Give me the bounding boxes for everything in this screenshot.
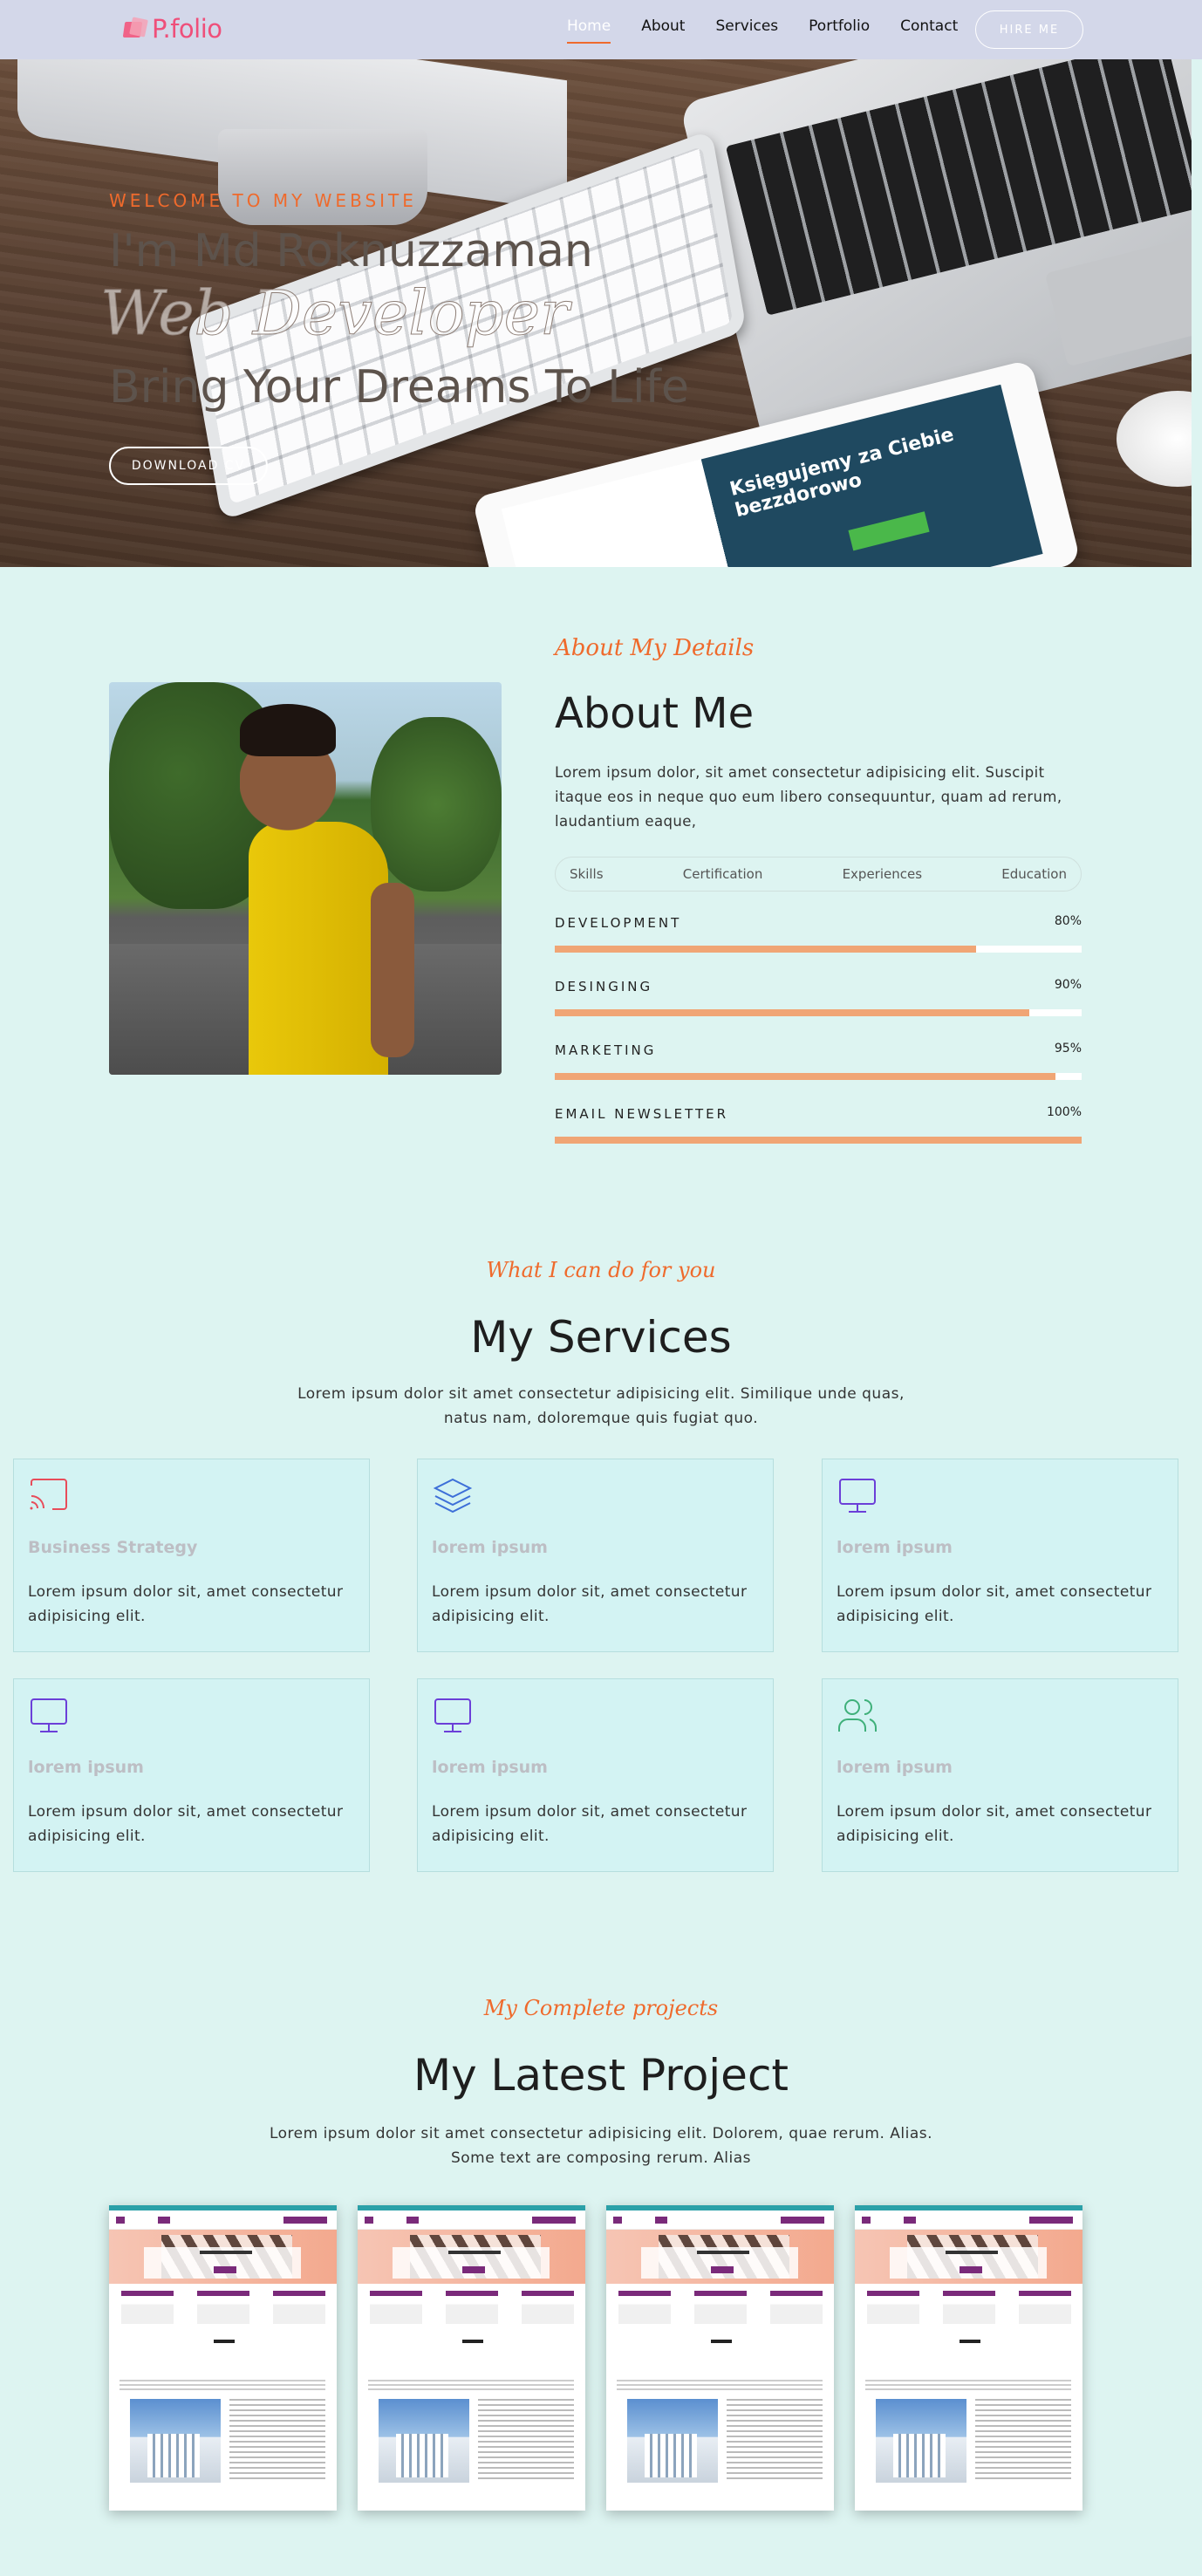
- skill-designing: DESINGING 90%: [555, 978, 1082, 1016]
- service-title: lorem ipsum: [432, 1758, 548, 1777]
- nav-contact[interactable]: Contact: [900, 17, 958, 44]
- about-text: Lorem ipsum dolor, sit amet consectetur …: [555, 764, 1062, 830]
- about-tabs: Skills Certification Experiences Educati…: [555, 857, 1082, 892]
- skill-development: DEVELOPMENT 80%: [555, 914, 1082, 953]
- skill-bar: [555, 1073, 1082, 1080]
- hero-tagline: Bring Your Dreams To Life: [109, 361, 689, 413]
- nav-menu: Home About Services Portfolio Contact: [567, 17, 988, 44]
- services-subtitle: What I can do for you: [486, 1258, 716, 1282]
- hero-name: I'm Md Roknuzzaman: [109, 225, 593, 277]
- tab-skills[interactable]: Skills: [570, 866, 604, 882]
- service-title: lorem ipsum: [28, 1758, 144, 1777]
- service-card[interactable]: Business Strategy Lorem ipsum dolor sit,…: [13, 1459, 370, 1652]
- service-title: lorem ipsum: [837, 1758, 953, 1777]
- monitor-icon: [839, 1479, 876, 1513]
- projects-subtitle: My Complete projects: [483, 1996, 719, 2020]
- services-title: My Services: [470, 1312, 732, 1363]
- hero-welcome: WELCOME TO MY WEBSITE: [109, 190, 417, 211]
- service-title: lorem ipsum: [837, 1538, 953, 1557]
- hero-section: Księgujemy za Ciebie bezzdorowo WELCOME …: [0, 59, 1192, 567]
- service-card[interactable]: lorem ipsum Lorem ipsum dolor sit, amet …: [822, 1459, 1178, 1652]
- service-card[interactable]: lorem ipsum Lorem ipsum dolor sit, amet …: [13, 1678, 370, 1872]
- project-thumbnail[interactable]: [606, 2205, 834, 2511]
- tab-experiences[interactable]: Experiences: [843, 866, 922, 882]
- about-title: About Me: [555, 689, 755, 738]
- service-text: Lorem ipsum dolor sit, amet consectetur …: [28, 1803, 344, 1845]
- skill-percent: 90%: [1054, 978, 1082, 992]
- nav-portfolio[interactable]: Portfolio: [809, 17, 870, 44]
- service-card[interactable]: lorem ipsum Lorem ipsum dolor sit, amet …: [417, 1459, 774, 1652]
- nav-about[interactable]: About: [641, 17, 685, 44]
- skill-percent: 80%: [1054, 914, 1082, 928]
- projects-title: My Latest Project: [413, 2050, 789, 2101]
- service-text: Lorem ipsum dolor sit, amet consectetur …: [28, 1583, 344, 1625]
- navbar: P.folio Home About Services Portfolio Co…: [0, 0, 1202, 59]
- monitor-icon: [434, 1698, 471, 1732]
- nav-home[interactable]: Home: [567, 17, 611, 44]
- service-title: Business Strategy: [28, 1538, 198, 1557]
- skill-bar: [555, 946, 1082, 953]
- service-text: Lorem ipsum dolor sit, amet consectetur …: [837, 1583, 1152, 1625]
- tab-education[interactable]: Education: [1001, 866, 1067, 882]
- project-thumbnail[interactable]: [358, 2205, 585, 2511]
- project-thumbnail[interactable]: [109, 2205, 337, 2511]
- service-text: Lorem ipsum dolor sit, amet consectetur …: [432, 1583, 748, 1625]
- projects-text-1: Lorem ipsum dolor sit amet consectetur a…: [269, 2125, 933, 2142]
- hire-me-button[interactable]: HIRE ME: [975, 10, 1083, 49]
- skill-bar: [555, 1009, 1082, 1016]
- service-card[interactable]: lorem ipsum Lorem ipsum dolor sit, amet …: [822, 1678, 1178, 1872]
- download-cv-button[interactable]: DOWNLOAD CV: [109, 447, 268, 485]
- skill-label: DESINGING: [555, 979, 653, 994]
- users-icon: [838, 1699, 877, 1732]
- service-card[interactable]: lorem ipsum Lorem ipsum dolor sit, amet …: [417, 1678, 774, 1872]
- skill-percent: 95%: [1054, 1042, 1082, 1056]
- skill-marketing: MARKETING 95%: [555, 1042, 1082, 1080]
- logo-text: P.folio: [152, 14, 222, 44]
- logo-icon: [122, 17, 148, 41]
- skill-percent: 100%: [1046, 1105, 1082, 1119]
- logo[interactable]: P.folio: [122, 14, 222, 44]
- project-thumbnail[interactable]: [855, 2205, 1082, 2511]
- services-text-2: natus nam, doloremque quis fugiat quo.: [443, 1410, 759, 1427]
- cast-icon: [30, 1479, 67, 1510]
- about-subtitle: About My Details: [555, 635, 755, 661]
- projects-text-2: Some text are composing rerum. Alias: [450, 2149, 752, 2167]
- skill-label: EMAIL NEWSLETTER: [555, 1106, 729, 1122]
- tab-certification[interactable]: Certification: [683, 866, 763, 882]
- skill-label: MARKETING: [555, 1042, 657, 1058]
- monitor-icon: [31, 1698, 67, 1732]
- service-title: lorem ipsum: [432, 1538, 548, 1557]
- hero-role: Web Developer: [99, 277, 570, 350]
- service-text: Lorem ipsum dolor sit, amet consectetur …: [432, 1803, 748, 1845]
- skill-bar: [555, 1137, 1082, 1144]
- service-text: Lorem ipsum dolor sit, amet consectetur …: [837, 1803, 1152, 1845]
- tablet-heading: Księgujemy za Ciebie bezzdorowo: [727, 424, 957, 523]
- services-text-1: Lorem ipsum dolor sit amet consectetur a…: [297, 1385, 905, 1403]
- skill-label: DEVELOPMENT: [555, 915, 682, 931]
- nav-services[interactable]: Services: [715, 17, 778, 44]
- profile-photo: [109, 682, 502, 1075]
- skill-email-newsletter: EMAIL NEWSLETTER 100%: [555, 1105, 1082, 1144]
- layers-icon: [433, 1478, 473, 1513]
